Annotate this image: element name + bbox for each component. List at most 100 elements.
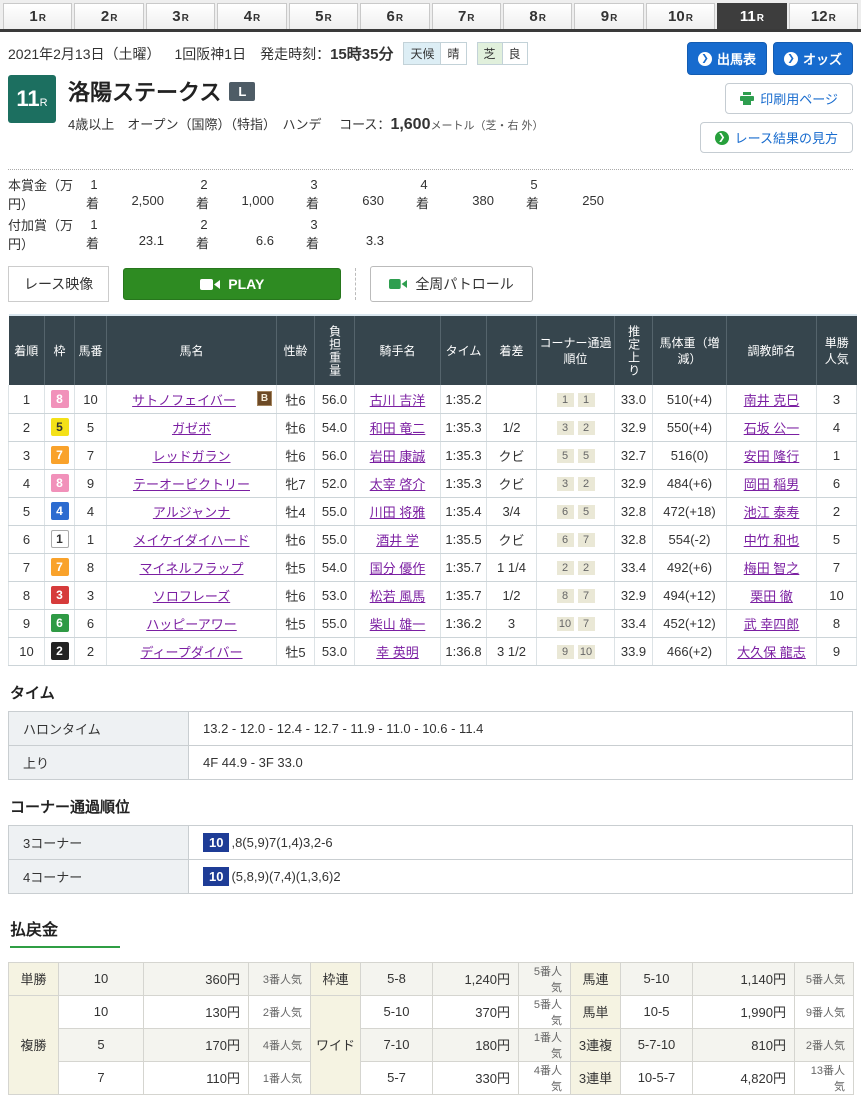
odds-button[interactable]: ❯オッズ	[773, 42, 853, 75]
race-tab[interactable]: 11R	[717, 3, 786, 29]
sanrenpuku-amount: 810円	[693, 1028, 795, 1061]
play-button[interactable]: PLAY	[123, 268, 341, 300]
arrow-circle-icon: ❯	[715, 131, 729, 145]
result-row: 3 7 7 レッドガラン 牡6 56.0 岩田 康誠 1:35.3 クビ 55 …	[9, 441, 857, 469]
jockey-cell: 松若 風馬	[355, 581, 441, 609]
horse-name-link[interactable]: ガゼボ	[172, 421, 211, 436]
horse-name-cell: ディープダイバー	[107, 637, 277, 665]
agari-row: 上り 4F 44.9 - 3F 33.0	[9, 745, 853, 779]
trainer-link[interactable]: 石坂 公一	[744, 421, 800, 436]
col-sex-age: 性齢	[277, 315, 315, 385]
race-tab-suffix: R	[110, 13, 117, 24]
prize-value: 3.3	[322, 233, 384, 249]
trainer-link[interactable]: 大久保 龍志	[737, 645, 806, 660]
col-frame: 枠	[45, 315, 75, 385]
trainer-link[interactable]: 武 幸四郎	[744, 617, 800, 632]
race-tab-bar: 1R2R3R4R5R6R7R8R9R10R11R12R	[0, 0, 861, 32]
race-header: 2021年2月13日（土曜） 1回阪神1日 発走時刻：15時35分 天候晴 芝良…	[8, 42, 853, 160]
trainer-cell: 岡田 稲男	[727, 469, 817, 497]
jockey-link[interactable]: 和田 竜二	[370, 421, 426, 436]
race-tab[interactable]: 3R	[146, 3, 215, 29]
jockey-link[interactable]: 川田 将雅	[370, 505, 426, 520]
shutsuba-button[interactable]: ❯出馬表	[687, 42, 767, 75]
jockey-link[interactable]: 岩田 康誠	[370, 449, 426, 464]
jockey-link[interactable]: 幸 英明	[376, 645, 419, 660]
frame-cell: 7	[45, 441, 75, 469]
jockey-cell: 幸 英明	[355, 637, 441, 665]
carried-weight: 55.0	[315, 497, 355, 525]
result-row: 10 2 2 ディープダイバー 牡5 53.0 幸 英明 1:36.8 3 1/…	[9, 637, 857, 665]
prize-value: 1,000	[212, 193, 274, 209]
wide-popularity: 1番人気	[519, 1028, 571, 1061]
horse-name-link[interactable]: ハッピーアワー	[146, 617, 236, 632]
race-tab-number: 10	[668, 8, 685, 25]
race-tab[interactable]: 6R	[360, 3, 429, 29]
race-tab[interactable]: 9R	[574, 3, 643, 29]
race-tab[interactable]: 10R	[646, 3, 715, 29]
wide-amount: 370円	[433, 995, 519, 1028]
jockey-link[interactable]: 古川 吉洋	[370, 393, 426, 408]
corner-4-label: 4コーナー	[9, 859, 189, 893]
margin: 3 1/2	[487, 637, 537, 665]
payout-row: 5 170円 4番人気 7-10 180円 1番人気 3連複 5-7-10 81…	[9, 1028, 854, 1061]
tansho-combo: 10	[59, 962, 144, 995]
wakuren-amount: 1,240円	[433, 962, 519, 995]
leader-badge: 10	[203, 867, 229, 886]
jockey-link[interactable]: 太宰 啓介	[370, 477, 426, 492]
race-tab[interactable]: 4R	[217, 3, 286, 29]
wide-combo: 7-10	[361, 1028, 433, 1061]
horse-name-link[interactable]: アルジャンナ	[153, 505, 230, 520]
carried-weight: 52.0	[315, 469, 355, 497]
turf-value: 良	[502, 43, 527, 64]
horse-name-link[interactable]: ディープダイバー	[140, 645, 242, 660]
horse-name-link[interactable]: レッドガラン	[152, 449, 230, 464]
race-tab[interactable]: 12R	[789, 3, 858, 29]
agari-label: 上り	[9, 745, 189, 779]
horse-name-link[interactable]: ソロフレーズ	[153, 589, 230, 604]
frame-cell: 3	[45, 581, 75, 609]
jockey-link[interactable]: 国分 優作	[370, 561, 426, 576]
trainer-link[interactable]: 池江 泰寿	[744, 505, 800, 520]
jockey-link[interactable]: 酒井 学	[376, 533, 419, 548]
print-button[interactable]: 印刷用ページ	[725, 83, 853, 114]
trainer-link[interactable]: 中竹 和也	[744, 533, 800, 548]
horse-name-link[interactable]: サトノフェイバー	[132, 393, 236, 408]
frame-badge: 7	[51, 446, 69, 464]
turf-condition-badge: 芝良	[477, 42, 528, 65]
trainer-link[interactable]: 岡田 稲男	[744, 477, 800, 492]
wakuren-combo: 5-8	[361, 962, 433, 995]
race-tab[interactable]: 8R	[503, 3, 572, 29]
horse-name-link[interactable]: メイケイダイハード	[134, 533, 250, 548]
jockey-link[interactable]: 柴山 雄一	[370, 617, 426, 632]
prize-main-row: 本賞金（万円） 1着2,5002着1,0003着6304着3805着250	[8, 177, 853, 215]
race-tab[interactable]: 1R	[3, 3, 72, 29]
agari-value: 4F 44.9 - 3F 33.0	[189, 745, 853, 779]
race-tab[interactable]: 2R	[74, 3, 143, 29]
prize-rank: 1	[86, 217, 102, 233]
trainer-link[interactable]: 南井 克巳	[744, 393, 800, 408]
trainer-link[interactable]: 梅田 智之	[744, 561, 800, 576]
guide-button[interactable]: ❯レース結果の見方	[700, 122, 853, 153]
trainer-link[interactable]: 安田 隆行	[744, 449, 800, 464]
win-popularity: 10	[817, 581, 857, 609]
horse-weight: 466(+2)	[653, 637, 727, 665]
sanrentan-popularity: 13番人気	[795, 1061, 854, 1094]
frame-badge: 6	[51, 614, 69, 632]
horse-name-cell: アルジャンナ	[107, 497, 277, 525]
margin: 1/2	[487, 413, 537, 441]
finish-position: 10	[9, 637, 45, 665]
race-tab[interactable]: 7R	[432, 3, 501, 29]
race-tab-number: 3	[172, 8, 180, 25]
result-row: 8 3 3 ソロフレーズ 牡6 53.0 松若 風馬 1:35.7 1/2 87…	[9, 581, 857, 609]
sanrenpuku-label: 3連複	[571, 1028, 621, 1061]
horse-name-link[interactable]: マイネルフラップ	[139, 561, 243, 576]
race-tab-suffix: R	[829, 13, 836, 24]
trainer-link[interactable]: 栗田 徹	[750, 589, 793, 604]
frame-badge: 3	[51, 586, 69, 604]
horse-name-link[interactable]: テーオービクトリー	[133, 477, 250, 492]
race-tab[interactable]: 5R	[289, 3, 358, 29]
patrol-video-button[interactable]: 全周パトロール	[370, 266, 532, 302]
finish-position: 7	[9, 553, 45, 581]
prize-section: 本賞金（万円） 1着2,5002着1,0003着6304着3805着250 付加…	[8, 177, 853, 254]
jockey-link[interactable]: 松若 風馬	[370, 589, 426, 604]
